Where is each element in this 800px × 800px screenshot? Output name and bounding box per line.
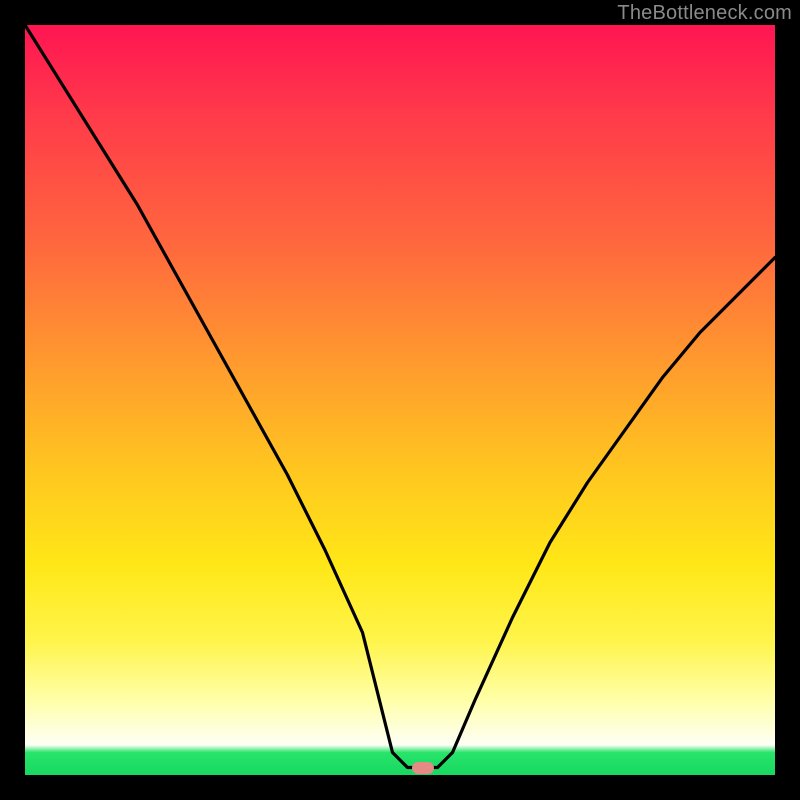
- watermark-label: TheBottleneck.com: [617, 2, 792, 25]
- curve-path: [25, 25, 775, 768]
- bottleneck-curve: [25, 25, 775, 775]
- optimum-marker: [412, 762, 434, 774]
- chart-frame: TheBottleneck.com: [0, 0, 800, 800]
